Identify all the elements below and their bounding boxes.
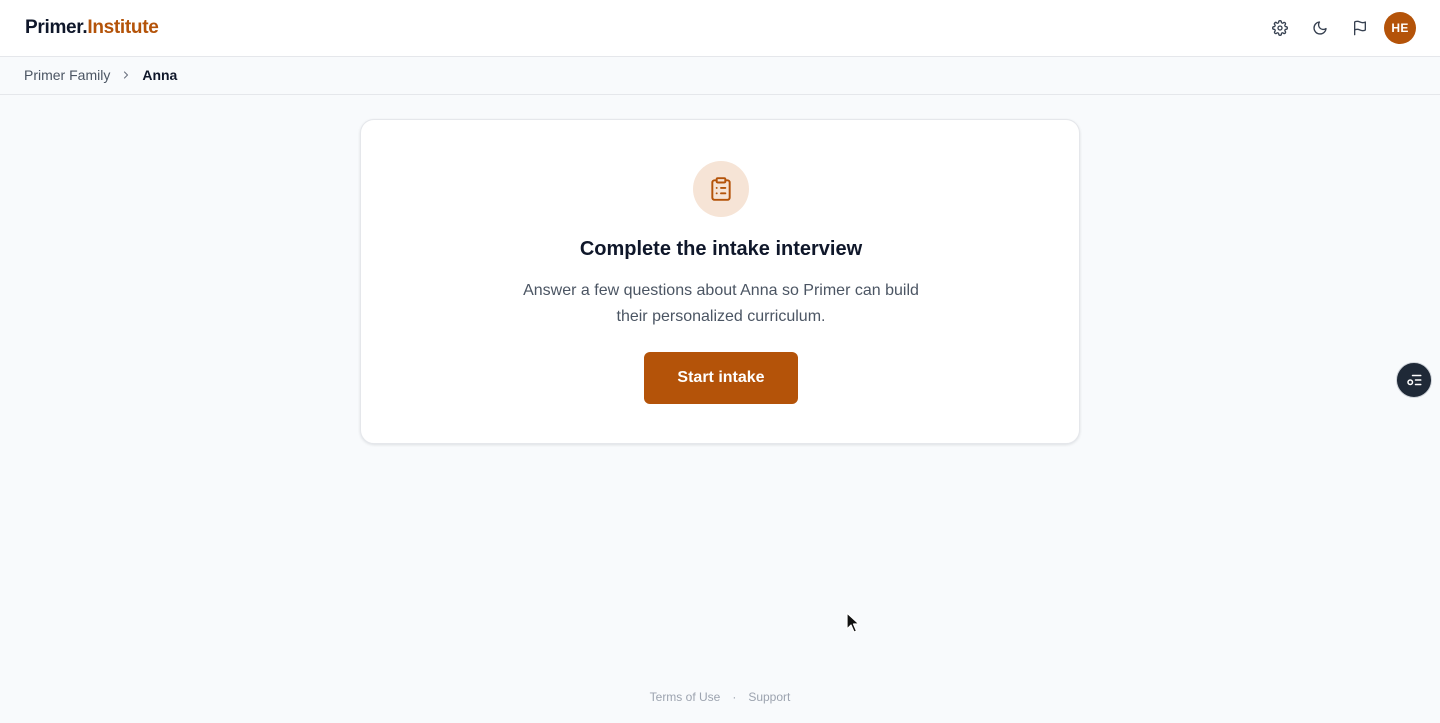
breadcrumb-bar: Primer Family Anna <box>0 57 1440 95</box>
logo-institute: Institute <box>87 17 159 38</box>
moon-icon <box>1313 21 1327 35</box>
task-list-icon <box>1407 374 1422 386</box>
logo-primer: Primer. <box>25 17 88 38</box>
report-button[interactable] <box>1348 16 1372 40</box>
start-intake-button[interactable]: Start intake <box>644 352 798 404</box>
breadcrumb-current: Anna <box>142 67 178 83</box>
intake-card: Complete the intake interview Answer a f… <box>360 119 1080 444</box>
logo[interactable]: Primer.Institute <box>25 17 159 39</box>
footer-separator: · <box>732 690 737 704</box>
mouse-cursor-icon <box>846 612 860 633</box>
card-description: Answer a few questions about Anna so Pri… <box>523 282 919 325</box>
flag-icon <box>1354 20 1366 36</box>
gear-icon <box>1272 20 1288 36</box>
breadcrumb: Primer Family Anna <box>24 67 177 83</box>
terms-link[interactable]: Terms of Use <box>650 690 721 704</box>
breadcrumb-link-family[interactable]: Primer Family <box>24 67 110 83</box>
card-title: Complete the intake interview <box>579 238 863 260</box>
support-link[interactable]: Support <box>748 690 790 704</box>
task-list-button[interactable] <box>1396 362 1432 398</box>
settings-button[interactable] <box>1268 16 1292 40</box>
dark-mode-toggle[interactable] <box>1308 16 1332 40</box>
chevron-right-icon <box>120 69 132 81</box>
user-avatar[interactable]: HE <box>1384 12 1416 44</box>
card-icon-circle <box>693 161 749 217</box>
footer: Terms of Use · Support <box>0 690 1440 704</box>
top-bar: Primer.Institute HE <box>0 0 1440 57</box>
clipboard-icon <box>711 177 731 201</box>
